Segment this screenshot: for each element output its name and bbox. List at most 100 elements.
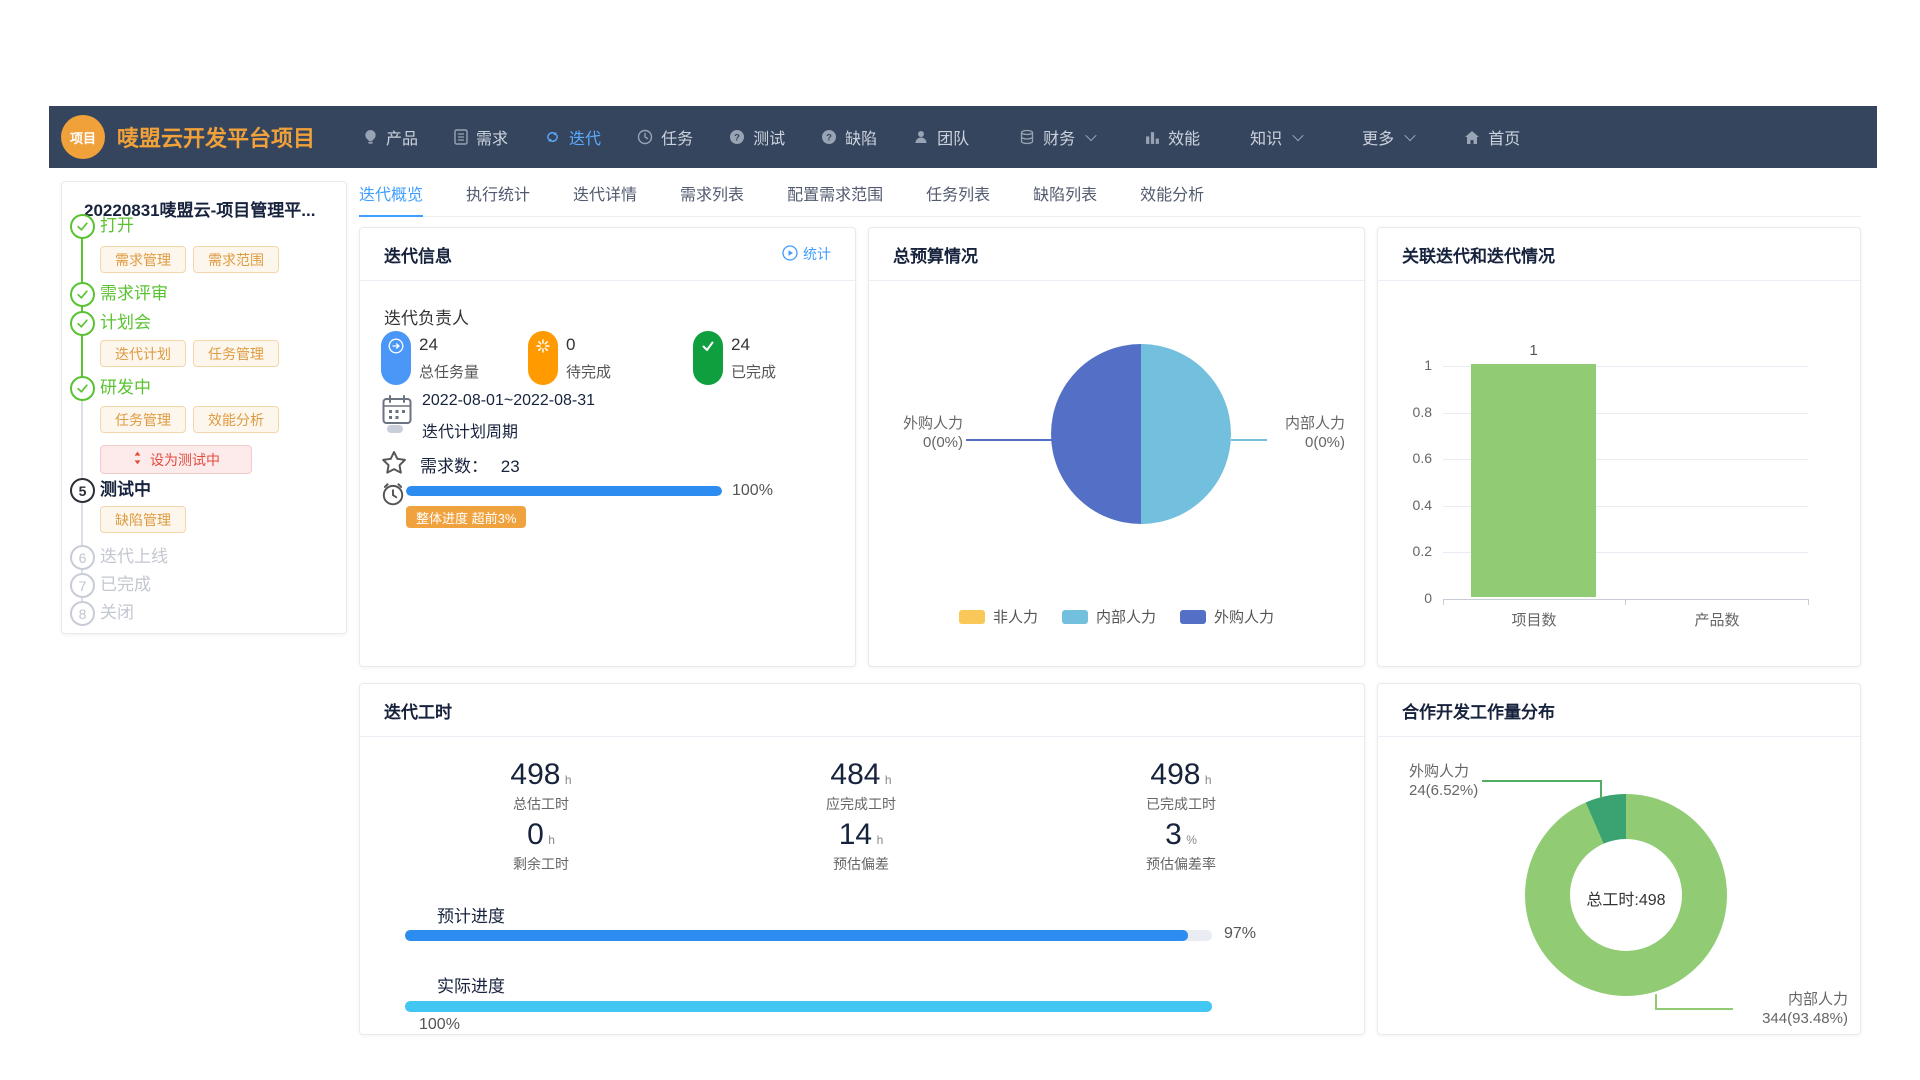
x-axis-tick	[1443, 599, 1444, 605]
nav-item-more[interactable]: 更多	[1344, 106, 1432, 168]
legend-label: 外购人力	[1214, 606, 1274, 627]
nav-item-requirement[interactable]: 需求	[436, 106, 526, 168]
pie-callout-internal: 内部人力 0(0%)	[1269, 414, 1345, 452]
nav-label: 财务	[1043, 125, 1075, 149]
step-circle-open	[70, 214, 95, 239]
legend-item-nonhuman[interactable]: 非人力	[959, 606, 1038, 627]
task-manage-button[interactable]: 任务管理	[193, 340, 279, 367]
nav-item-iteration[interactable]: 迭代	[526, 106, 619, 168]
requirement-manage-button[interactable]: 需求管理	[100, 246, 186, 273]
iteration-hours-card: 迭代工时 498 h 总估工时 0 h 剩余工时 484 h 应完成工时 14 …	[359, 683, 1365, 1035]
tab-requirement-list[interactable]: 需求列表	[680, 170, 744, 216]
overall-progress-percent: 100%	[732, 482, 773, 500]
tab-performance[interactable]: 效能分析	[1140, 170, 1204, 216]
related-iteration-card: 关联迭代和迭代情况 1 0.8 0.6 0.4 0.2 0 1 项目数 产品数	[1377, 227, 1861, 667]
nav-label: 效能	[1168, 125, 1200, 149]
nav-item-task[interactable]: 任务	[619, 106, 711, 168]
y-tick: 0.2	[1392, 543, 1432, 559]
stat-label: 预估偏差率	[1071, 854, 1291, 874]
nav-item-test[interactable]: ? 测试	[711, 106, 803, 168]
bar-chart-icon	[1145, 130, 1160, 145]
task-manage-button[interactable]: 任务管理	[100, 406, 186, 433]
card-header: 合作开发工作量分布	[1378, 684, 1860, 737]
nav-label: 首页	[1488, 125, 1520, 149]
card-title: 迭代信息	[384, 242, 452, 267]
category-label-projects: 项目数	[1474, 609, 1594, 630]
tab-defect-list[interactable]: 缺陷列表	[1033, 170, 1097, 216]
donut-center-text: 总工时:498	[1526, 886, 1726, 910]
pie-legend: 非人力 内部人力 外购人力	[869, 606, 1364, 627]
nav-label: 缺陷	[845, 125, 877, 149]
star-icon	[381, 450, 407, 480]
planned-progress-label: 预计进度	[437, 902, 505, 927]
stat-label: 预估偏差	[751, 854, 971, 874]
clock-icon	[637, 129, 653, 145]
stat-value: 498	[1150, 758, 1200, 791]
nav-label: 测试	[753, 125, 785, 149]
completed-pill	[693, 331, 723, 385]
question-icon: ?	[729, 129, 745, 145]
bar-value-label: 1	[1471, 342, 1596, 359]
nav-item-knowledge[interactable]: 知识	[1232, 106, 1320, 168]
callout-name: 外购人力	[1409, 762, 1478, 781]
nav-item-finance[interactable]: 财务	[1001, 106, 1113, 168]
actual-progress-label: 实际进度	[437, 972, 505, 997]
step-number: 6	[79, 550, 87, 566]
legend-swatch	[959, 610, 985, 624]
nav-label: 更多	[1362, 125, 1394, 149]
step-label-open: 打开	[100, 214, 134, 238]
callout-name: 内部人力	[1736, 990, 1848, 1009]
arrow-right-icon	[388, 338, 404, 385]
nav-item-team[interactable]: 团队	[895, 106, 987, 168]
related-bar[interactable]	[1471, 364, 1596, 597]
card-header: 总预算情况	[869, 228, 1364, 281]
card-header: 关联迭代和迭代情况	[1378, 228, 1860, 281]
statistics-link[interactable]: 统计	[782, 244, 831, 264]
card-title: 合作开发工作量分布	[1402, 698, 1555, 723]
legend-item-internal[interactable]: 内部人力	[1062, 606, 1156, 627]
sort-arrows-icon	[132, 451, 143, 468]
tab-config-scope[interactable]: 配置需求范围	[787, 170, 883, 216]
nav-item-defect[interactable]: ? 缺陷	[803, 106, 895, 168]
card-title: 关联迭代和迭代情况	[1402, 242, 1555, 267]
legend-label: 内部人力	[1096, 606, 1156, 627]
x-axis-tick	[1625, 599, 1626, 605]
progress-badge: 整体进度 超前3%	[406, 506, 526, 528]
nav-item-home[interactable]: 首页	[1446, 106, 1538, 168]
bulb-icon	[363, 129, 378, 145]
stat-label: 剩余工时	[431, 854, 651, 874]
y-tick: 0.4	[1392, 497, 1432, 513]
tab-task-list[interactable]: 任务列表	[926, 170, 990, 216]
nav-label: 任务	[661, 125, 693, 149]
nav-label: 产品	[386, 125, 418, 149]
stat-unit: h	[548, 833, 555, 847]
stat-unit: h	[885, 773, 892, 787]
nav-item-product[interactable]: 产品	[345, 106, 436, 168]
hours-stat-completed: 498 h 已完成工时 3 % 预估偏差率	[1071, 758, 1291, 874]
budget-pie[interactable]	[1051, 344, 1231, 524]
nav-label: 需求	[476, 125, 508, 149]
card-header: 迭代工时	[360, 684, 1364, 737]
tab-overview[interactable]: 迭代概览	[359, 170, 423, 217]
nav-item-performance[interactable]: 效能	[1127, 106, 1218, 168]
spinner-icon	[535, 338, 551, 385]
requirement-scope-button[interactable]: 需求范围	[193, 246, 279, 273]
card-title: 迭代工时	[384, 698, 452, 723]
pending-pill	[528, 331, 558, 385]
pending-label: 待完成	[566, 361, 611, 382]
tab-execution-stats[interactable]: 执行统计	[466, 170, 530, 216]
cooperation-card: 合作开发工作量分布 总工时:498 外购人力 24(6.52%) 内部人力 34…	[1377, 683, 1861, 1035]
legend-item-outsourced[interactable]: 外购人力	[1180, 606, 1274, 627]
calendar-icon	[382, 394, 412, 439]
tab-iteration-detail[interactable]: 迭代详情	[573, 170, 637, 216]
iteration-plan-button[interactable]: 迭代计划	[100, 340, 186, 367]
performance-analysis-button[interactable]: 效能分析	[193, 406, 279, 433]
defect-manage-button[interactable]: 缺陷管理	[100, 506, 186, 533]
period-label: 迭代计划周期	[422, 418, 518, 442]
y-tick: 0.8	[1392, 404, 1432, 420]
step-label-closed: 关闭	[100, 601, 134, 625]
set-testing-button[interactable]: 设为测试中	[100, 445, 252, 474]
step-circle-dev	[70, 376, 95, 401]
owner-label: 迭代负责人	[384, 304, 469, 329]
svg-text:?: ?	[734, 132, 740, 143]
